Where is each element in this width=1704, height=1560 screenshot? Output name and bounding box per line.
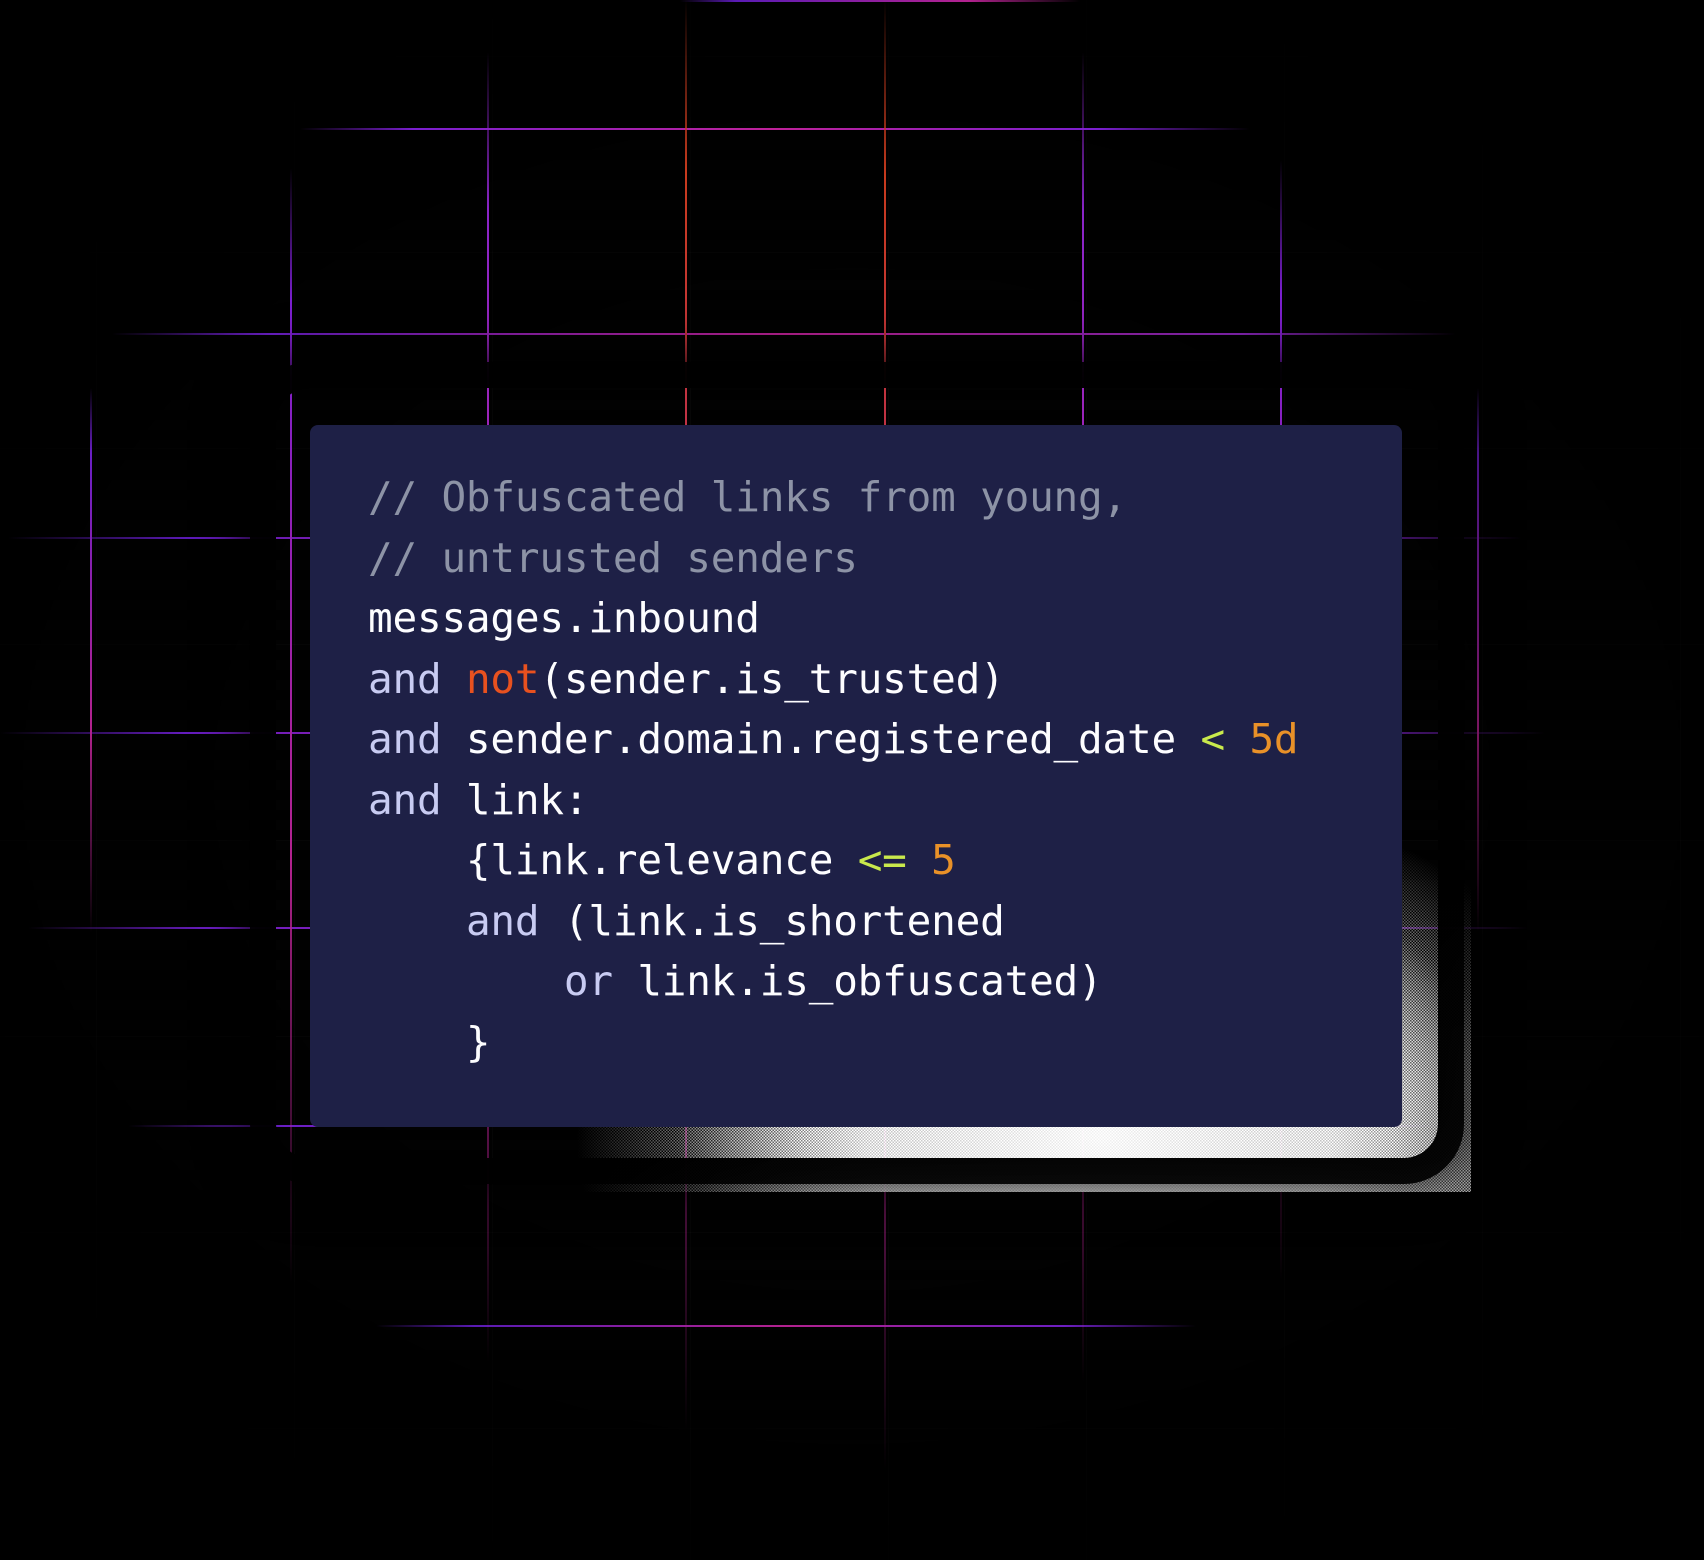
code-token-identifier: {link.relevance xyxy=(368,836,858,884)
code-card[interactable]: // Obfuscated links from young, // untrus… xyxy=(310,425,1402,1127)
code-line: // untrusted senders xyxy=(368,528,1384,589)
code-line: {link.relevance <= 5 xyxy=(368,830,1384,891)
code-line: } xyxy=(368,1012,1384,1073)
code-token-identifier: (link.is_shortened xyxy=(539,896,1005,945)
code-token-identifier: } xyxy=(368,1017,491,1066)
code-token-identifier: link.is_obfuscated) xyxy=(612,957,1103,1005)
code-token-keyword: and xyxy=(368,654,442,703)
screenshot-stage: // Obfuscated links from young, // untrus… xyxy=(0,0,1704,1560)
code-token-comment: // untrusted senders xyxy=(368,533,858,582)
code-token-operator: <= xyxy=(857,836,907,884)
code-line: and sender.domain.registered_date < 5d xyxy=(368,709,1384,770)
code-line: and link: xyxy=(368,770,1384,831)
code-token-identifier: link: xyxy=(441,775,589,824)
code-block[interactable]: // Obfuscated links from young, // untrus… xyxy=(368,467,1384,1072)
code-line: and not(sender.is_trusted) xyxy=(368,649,1384,710)
code-token-comment: // Obfuscated links from young, xyxy=(368,473,1128,521)
code-token-number: 5d xyxy=(1249,715,1299,763)
code-token-keyword: or xyxy=(563,957,613,1005)
code-token-operator: < xyxy=(1200,715,1225,763)
code-token-keyword: and xyxy=(368,715,442,763)
code-line: and (link.is_shortened xyxy=(368,891,1384,952)
code-token-negation: not xyxy=(465,654,540,703)
code-line: // Obfuscated links from young, xyxy=(368,467,1384,528)
code-token-keyword: and xyxy=(368,775,442,824)
code-token-keyword: and xyxy=(465,896,540,945)
code-token-identifier: messages.inbound xyxy=(368,594,760,642)
code-token-identifier: sender.domain.registered_date xyxy=(441,715,1201,763)
code-line: or link.is_obfuscated) xyxy=(368,951,1384,1012)
code-token-number: 5 xyxy=(931,836,956,884)
code-token-identifier: (sender.is_trusted) xyxy=(539,654,1005,703)
code-line: messages.inbound xyxy=(368,588,1384,649)
